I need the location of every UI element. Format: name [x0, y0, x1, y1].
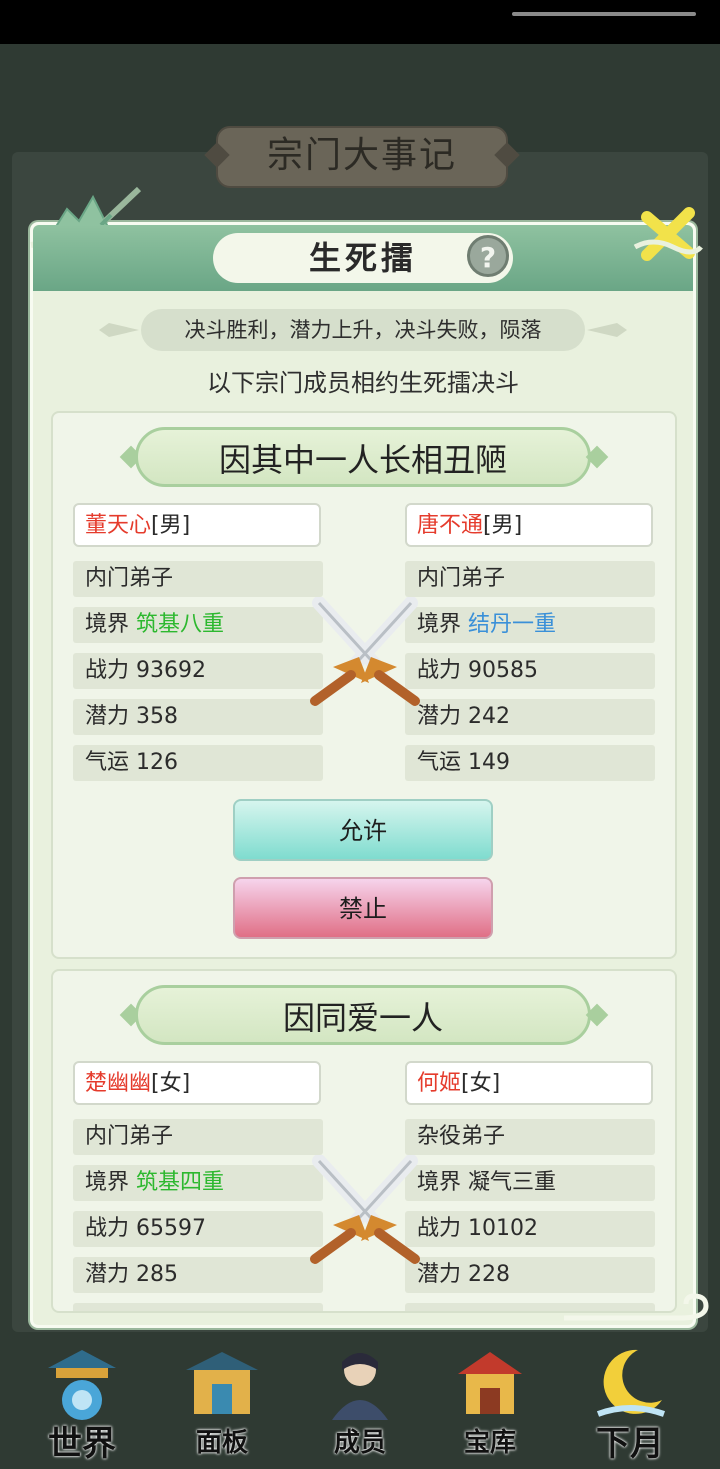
- right-luck: 气运 149: [405, 745, 655, 781]
- left-fighter-name[interactable]: 董天心[男]: [73, 503, 321, 547]
- crossed-swords-icon: [310, 597, 420, 706]
- rule-wing-right-icon: [587, 323, 627, 337]
- right-fighter-name[interactable]: 唐不通[男]: [405, 503, 653, 547]
- left-fighter-name[interactable]: 楚幽幽[女]: [73, 1061, 321, 1105]
- nav-item-panel[interactable]: 面板: [162, 1336, 282, 1469]
- rule-wing-left-icon: [99, 323, 139, 337]
- nav-item-world[interactable]: 世界: [22, 1336, 142, 1469]
- rule-text: 决斗胜利，潜力上升，决斗失败，陨落: [141, 309, 585, 351]
- duel-reason: 因同爱一人: [135, 985, 591, 1045]
- deny-button[interactable]: 禁止: [233, 877, 493, 939]
- left-rank: 内门弟子: [73, 1119, 323, 1155]
- nav-label: 成员: [333, 1428, 386, 1458]
- crossed-swords-icon: [310, 1155, 420, 1264]
- background-title-text: 宗门大事记: [266, 135, 457, 176]
- background-title: 宗门大事记: [204, 126, 520, 188]
- right-power: 战力 10102: [405, 1211, 655, 1247]
- nav-item-next-month[interactable]: 下月: [570, 1336, 690, 1469]
- fighter-name: 董天心: [85, 513, 152, 538]
- bottom-nav: 世界 面板 成员 宝库 下月: [0, 1336, 720, 1469]
- realm-value: 筑基八重: [136, 612, 225, 637]
- fighter-gender: [男]: [483, 513, 523, 538]
- duel-card-2: 因同爱一人 楚幽幽[女] 何姬[女] 内门弟子 境界 筑基四重 战力 65597…: [51, 969, 677, 1313]
- realm-label: 境界: [417, 612, 462, 637]
- duel-dialog: 生死擂 ? 决斗胜利，潜力上升，决斗失败，陨落 以下宗门成员相约生死擂决斗 因其…: [30, 186, 703, 1328]
- nav-label: 世界: [48, 1424, 116, 1464]
- fighter-gender: [女]: [461, 1071, 501, 1096]
- next-month-moon-icon: [596, 1349, 665, 1417]
- nav-item-members[interactable]: 成员: [300, 1336, 420, 1469]
- scroll-ornament-icon: [564, 1293, 709, 1321]
- right-realm: 境界 结丹一重: [405, 607, 655, 643]
- realm-label: 境界: [85, 612, 130, 637]
- help-button[interactable]: ?: [467, 235, 509, 277]
- close-button[interactable]: [633, 203, 703, 267]
- left-potential: 潜力 285: [73, 1257, 323, 1293]
- panel-palace-icon: [186, 1352, 258, 1414]
- realm-label: 境界: [417, 1170, 462, 1195]
- gesture-pill: [512, 12, 696, 16]
- duel-reason: 因其中一人长相丑陋: [135, 427, 591, 487]
- realm-value: 凝气三重: [468, 1170, 557, 1195]
- treasury-icon: [458, 1352, 522, 1414]
- realm-value: 结丹一重: [468, 612, 557, 637]
- right-rank: 内门弟子: [405, 561, 655, 597]
- right-realm: 境界 凝气三重: [405, 1165, 655, 1201]
- right-potential: 潜力 242: [405, 699, 655, 735]
- realm-value: 筑基四重: [136, 1170, 225, 1195]
- dialog-subtitle: 以下宗门成员相约生死擂决斗: [207, 369, 519, 397]
- left-rank: 内门弟子: [73, 561, 323, 597]
- fighter-name: 唐不通: [417, 513, 484, 538]
- nav-label: 面板: [195, 1428, 248, 1458]
- left-luck: 气运 126: [73, 745, 323, 781]
- nav-item-treasury[interactable]: 宝库: [430, 1336, 550, 1469]
- status-bar: [0, 0, 720, 44]
- realm-label: 境界: [85, 1170, 130, 1195]
- world-pagoda-icon: [48, 1350, 116, 1420]
- left-realm: 境界 筑基八重: [73, 607, 323, 643]
- fighter-name: 何姬: [417, 1071, 462, 1096]
- fighter-gender: [女]: [151, 1071, 191, 1096]
- members-person-icon: [332, 1353, 388, 1420]
- right-potential: 潜力 228: [405, 1257, 655, 1293]
- allow-button[interactable]: 允许: [233, 799, 493, 861]
- left-realm: 境界 筑基四重: [73, 1165, 323, 1201]
- right-rank: 杂役弟子: [405, 1119, 655, 1155]
- fighter-gender: [男]: [151, 513, 191, 538]
- left-power: 战力 65597: [73, 1211, 323, 1247]
- fighter-name: 楚幽幽: [85, 1071, 152, 1096]
- right-power: 战力 90585: [405, 653, 655, 689]
- duel-card-1: 因其中一人长相丑陋 董天心[男] 唐不通[男] 内门弟子 境界 筑基八重 战力 …: [51, 411, 677, 959]
- nav-label: 宝库: [463, 1428, 516, 1458]
- dialog-header: 生死擂 ?: [33, 225, 693, 291]
- nav-label: 下月: [596, 1424, 664, 1464]
- left-power: 战力 93692: [73, 653, 323, 689]
- left-next-row: [73, 1303, 323, 1311]
- right-fighter-name[interactable]: 何姬[女]: [405, 1061, 653, 1105]
- left-potential: 潜力 358: [73, 699, 323, 735]
